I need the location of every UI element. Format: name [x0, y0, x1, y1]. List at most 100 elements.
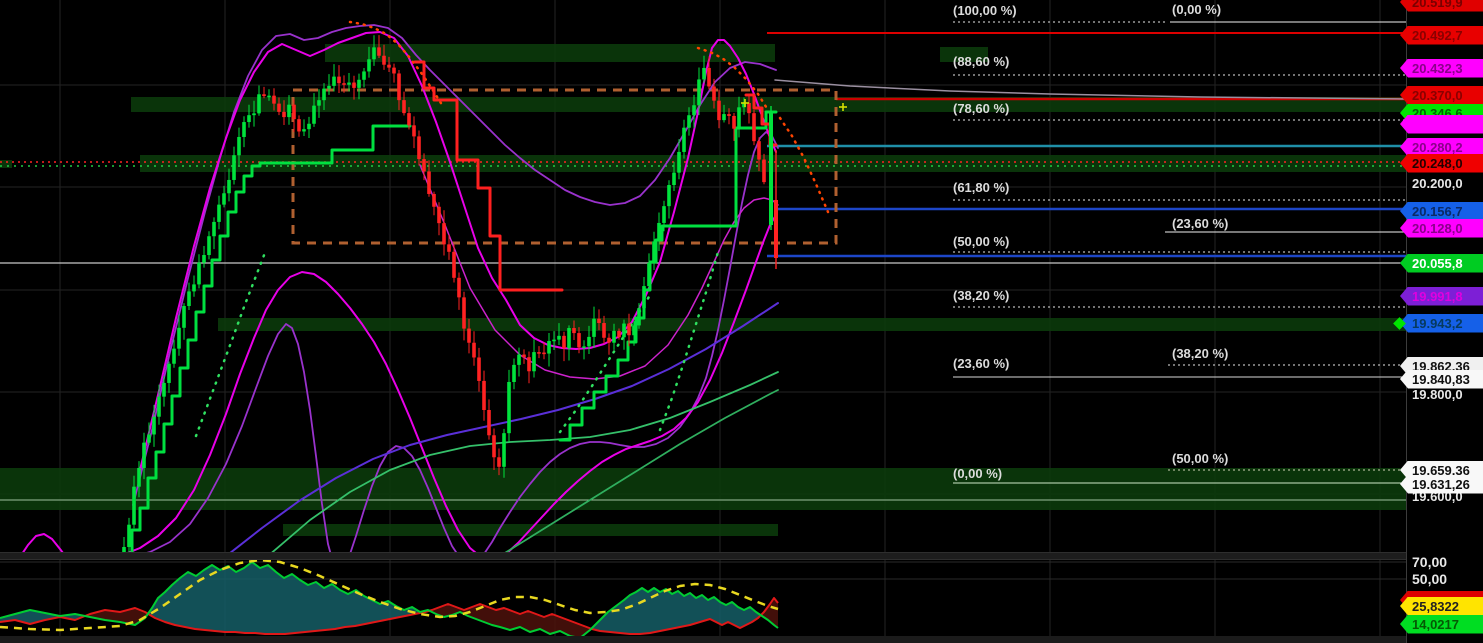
candle-body	[447, 244, 451, 251]
candle-body	[332, 77, 336, 86]
candle-body	[717, 101, 721, 120]
supply-demand-zone	[0, 160, 12, 168]
candle-body	[492, 435, 496, 457]
candle-body	[617, 331, 621, 337]
candle-body	[687, 115, 691, 127]
magenta-hump-left	[20, 534, 66, 552]
price-axis[interactable]: 20.200,019.800,019.600,070,0050,0020.519…	[1406, 0, 1483, 643]
candle-body	[462, 297, 466, 328]
candle-body	[147, 434, 151, 442]
candle-body	[677, 152, 681, 173]
candle-body	[527, 357, 531, 371]
supply-demand-zone	[0, 468, 1406, 510]
candle-body	[532, 352, 536, 371]
candle-body	[707, 68, 711, 87]
candle-body	[774, 200, 778, 258]
candle-body	[432, 194, 436, 207]
candle-body	[312, 106, 316, 124]
candle-body	[412, 125, 416, 136]
candle-body	[557, 336, 561, 340]
axis-tick: 19.800,0	[1412, 387, 1463, 402]
candle-body	[377, 47, 381, 55]
sar-dots-green-3	[660, 252, 718, 430]
candle-body	[587, 337, 591, 347]
candle-body	[277, 104, 281, 112]
candle-body	[682, 128, 686, 152]
price-tag: 20.492,7	[1400, 26, 1483, 45]
sar-dots-green-1	[196, 250, 266, 436]
axis-tick: 20.200,0	[1412, 176, 1463, 191]
candle-body	[712, 86, 716, 100]
candle-body	[172, 349, 176, 364]
oscillator-panel-canvas[interactable]	[0, 560, 1406, 636]
candle-body	[287, 105, 291, 117]
candle-body	[702, 68, 706, 80]
candle-body	[607, 338, 611, 343]
candle-body	[197, 263, 201, 285]
price-tag: 20.055,8	[1400, 254, 1483, 273]
candle-body	[337, 77, 341, 84]
price-chart-plot	[0, 0, 1406, 552]
candle-body	[757, 141, 761, 159]
candle-body	[212, 222, 216, 236]
trading-platform-window: (100,00 %)(88,60 %)(78,60 %)(61,80 %)(50…	[0, 0, 1483, 643]
candle-body	[437, 207, 441, 223]
candle-body	[407, 113, 411, 125]
candle-body	[392, 68, 396, 74]
candle-body	[417, 136, 421, 159]
candle-body	[517, 355, 521, 365]
main-price-chart-canvas[interactable]: (100,00 %)(88,60 %)(78,60 %)(61,80 %)(50…	[0, 0, 1406, 552]
candle-body	[192, 284, 196, 291]
fibonacci-label: (23,60 %)	[953, 356, 1009, 371]
candle-body	[542, 353, 546, 355]
candle-body	[667, 185, 671, 206]
price-tag: 20.128,0	[1400, 219, 1483, 238]
candle-body	[632, 325, 636, 335]
panel-splitter[interactable]	[0, 552, 1483, 560]
candle-body	[737, 107, 741, 128]
supply-demand-zone	[325, 44, 775, 62]
candle-body	[537, 352, 541, 354]
candle-body	[612, 331, 616, 343]
fibonacci-label: (50,00 %)	[953, 234, 1009, 249]
candle-body	[317, 100, 321, 105]
candle-body	[597, 319, 601, 323]
candle-body	[207, 236, 211, 255]
candle-body	[507, 382, 511, 433]
candle-body	[642, 286, 646, 308]
fibonacci-label: (0,00 %)	[953, 466, 1002, 481]
candle-body	[292, 105, 296, 119]
candle-body	[357, 80, 361, 88]
price-tag: 20.156,7	[1400, 202, 1483, 221]
candle-body	[442, 223, 446, 244]
bottom-separator	[0, 636, 1406, 643]
candle-body	[457, 278, 461, 298]
candle-body	[182, 306, 186, 328]
candle-body	[232, 155, 236, 180]
candle-body	[167, 364, 171, 383]
fibonacci-label: (38,20 %)	[1172, 346, 1228, 361]
ma-violet	[225, 303, 778, 552]
candle-body	[427, 171, 431, 194]
candle-body	[362, 71, 366, 79]
candle-body	[272, 96, 276, 104]
axis-tick: 70,00	[1412, 554, 1447, 570]
price-tag: 20.519,9	[1400, 0, 1483, 12]
candle-body	[202, 255, 206, 263]
price-tag	[1400, 115, 1483, 134]
candle-body	[637, 308, 641, 325]
candle-body	[647, 263, 651, 286]
fibonacci-label: (100,00 %)	[953, 3, 1017, 18]
axis-tick: 50,00	[1412, 571, 1447, 587]
candle-body	[162, 383, 166, 397]
fibonacci-label: (0,00 %)	[1172, 2, 1221, 17]
candle-body	[752, 113, 756, 141]
candle-body	[652, 241, 656, 263]
candle-body	[627, 324, 631, 336]
price-tag: 20.370,0	[1400, 86, 1483, 105]
candle-body	[497, 457, 501, 467]
price-tag: 25,8322	[1400, 597, 1483, 616]
gray-extension-line	[775, 80, 1406, 99]
candle-body	[367, 59, 371, 71]
candle-body	[567, 328, 571, 348]
